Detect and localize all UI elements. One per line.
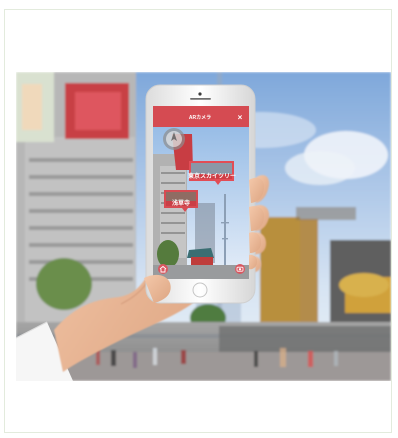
close-icon: ×: [238, 113, 243, 122]
scene: ARカメラ × 東京スカイツリー 浅草寺: [16, 72, 391, 381]
camera-icon[interactable]: [235, 264, 245, 274]
smartphone: ARカメラ × 東京スカイツリー 浅草寺: [145, 84, 256, 304]
ar-label-sensoji-text: 浅草寺: [172, 199, 190, 207]
ar-label-skytree-text: 東京スカイツリー: [188, 172, 236, 180]
photo: ARカメラ × 東京スカイツリー 浅草寺: [16, 72, 391, 381]
phone-header-title: ARカメラ: [189, 114, 211, 121]
phone-screen: ARカメラ × 東京スカイツリー 浅草寺: [153, 106, 249, 279]
compass-icon: [163, 128, 185, 150]
home-icon[interactable]: [158, 264, 168, 274]
